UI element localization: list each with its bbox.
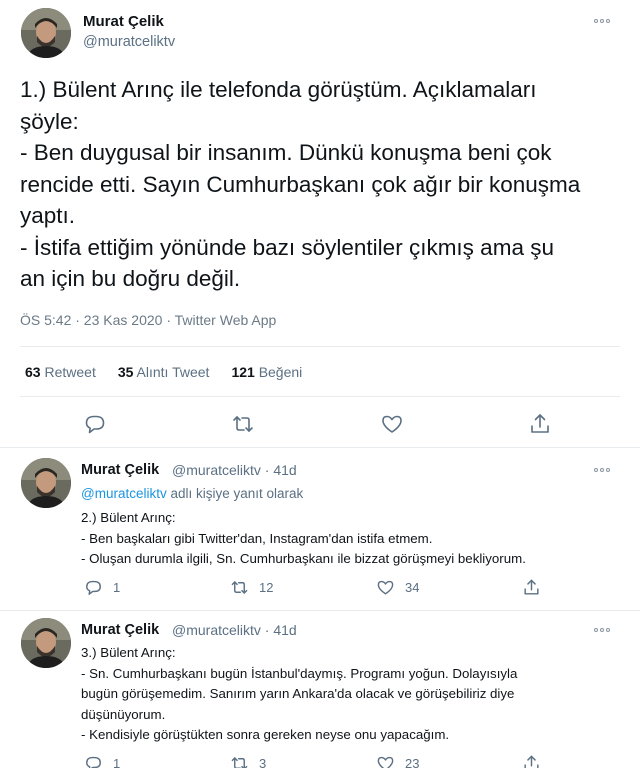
retweets-label: Retweet xyxy=(44,364,96,380)
retweets-stat[interactable]: 63 Retweet xyxy=(25,364,96,380)
divider xyxy=(0,610,640,611)
like-count: 34 xyxy=(405,580,420,595)
share-icon xyxy=(524,579,539,595)
reply-icon[interactable] xyxy=(83,412,107,436)
avatar-image xyxy=(21,618,71,668)
reply-text: 2.) Bülent Arınç: - Ben başkaları gibi T… xyxy=(81,508,621,570)
reply-author-name[interactable]: Murat Çelik xyxy=(81,462,159,478)
like-icon[interactable] xyxy=(380,412,404,436)
likes-count: 121 xyxy=(231,364,255,380)
reply-author-handle[interactable]: @muratceliktv · 41d xyxy=(172,622,297,638)
divider xyxy=(0,447,640,448)
reply-actions: 1 12 34 xyxy=(84,578,640,597)
retweet-icon xyxy=(231,581,248,594)
share-button[interactable] xyxy=(522,578,640,597)
reply-author-name[interactable]: Murat Çelik xyxy=(81,622,159,638)
avatar-image xyxy=(21,8,71,58)
reply-text: 3.) Bülent Arınç: - Sn. Cumhurbaşkanı bu… xyxy=(81,643,621,746)
reply-text-line: bugün görüşemedim. Sanırım yarın Ankara'… xyxy=(81,686,515,701)
share-icon[interactable] xyxy=(528,412,552,436)
like-icon xyxy=(377,756,394,768)
likes-stat[interactable]: 121 Beğeni xyxy=(231,364,302,380)
reply-text-line: - Kendisiyle görüştükten sonra gereken n… xyxy=(81,727,450,742)
tweet-text-line: rencide etti. Sayın Cumhurbaşkanı çok ağ… xyxy=(20,171,581,197)
like-button[interactable]: 23 xyxy=(376,754,522,768)
tweet-text: 1.) Bülent Arınç ile telefonda görüştüm.… xyxy=(20,74,620,295)
reply-count: 1 xyxy=(113,756,121,768)
retweet-count: 3 xyxy=(259,756,267,768)
reply-to-label: adlı kişiye yanıt olarak xyxy=(166,486,304,501)
reply-icon xyxy=(86,756,101,768)
reply-text-line: - Ben başkaları gibi Twitter'dan, Instag… xyxy=(81,530,433,546)
reply-avatar[interactable] xyxy=(21,618,71,668)
like-count: 23 xyxy=(405,756,420,768)
tweet-text-line: - İstifa ettiğim yönünde bazı söylentile… xyxy=(20,234,554,260)
author-name[interactable]: Murat Çelik xyxy=(83,13,164,30)
divider xyxy=(20,396,620,397)
likes-label: Beğeni xyxy=(258,364,303,380)
reply-count: 1 xyxy=(113,580,121,595)
like-icon xyxy=(377,580,394,595)
reply-button[interactable]: 1 xyxy=(84,754,230,768)
reply-text-line: düşünüyorum. xyxy=(81,706,166,722)
reply-to-line: @muratceliktv adlı kişiye yanıt olarak xyxy=(81,486,303,501)
author-handle[interactable]: @muratceliktv xyxy=(83,34,175,50)
retweet-icon[interactable] xyxy=(231,412,255,436)
retweet-count: 12 xyxy=(259,580,274,595)
reply-text-line: 3.) Bülent Arınç: xyxy=(81,645,176,660)
tweet-text-line: yaptı. xyxy=(20,203,76,228)
tweet-text-line: 1.) Bülent Arınç ile telefonda görüştüm.… xyxy=(20,77,537,102)
reply-text-line: 2.) Bülent Arınç: xyxy=(81,510,176,525)
tweet-text-line: an için bu doğru değil. xyxy=(20,266,241,291)
quotes-stat[interactable]: 35 Alıntı Tweet xyxy=(118,364,210,380)
avatar-image xyxy=(21,458,71,508)
quotes-count: 35 xyxy=(117,364,134,380)
retweet-button[interactable]: 3 xyxy=(230,754,376,768)
reply-author-handle[interactable]: @muratceliktv · 41d xyxy=(172,462,297,478)
author-avatar[interactable] xyxy=(21,8,71,58)
reply-to-mention[interactable]: @muratceliktv xyxy=(81,486,167,501)
reply-avatar[interactable] xyxy=(21,458,71,508)
tweet-text-line: - Ben duygusal bir insanım. Dünkü konuşm… xyxy=(20,140,552,165)
tweet-stats: 63 Retweet 35 Alıntı Tweet 121 Beğeni xyxy=(25,364,324,380)
retweet-icon xyxy=(231,757,248,768)
retweet-button[interactable]: 12 xyxy=(230,578,376,597)
share-button[interactable] xyxy=(522,754,640,768)
more-options-icon[interactable] xyxy=(594,15,616,27)
reply-actions: 1 3 23 xyxy=(84,754,640,768)
reply-icon xyxy=(86,580,101,595)
reply-button[interactable]: 1 xyxy=(84,578,230,597)
more-options-icon[interactable] xyxy=(594,624,616,636)
like-button[interactable]: 34 xyxy=(376,578,522,597)
more-options-icon[interactable] xyxy=(594,464,616,476)
quotes-label: Alıntı Tweet xyxy=(136,364,210,380)
tweet-timestamp[interactable]: ÖS 5:42 · 23 Kas 2020 · Twitter Web App xyxy=(20,312,276,328)
divider xyxy=(20,346,620,347)
retweets-count: 63 xyxy=(25,364,41,380)
reply-text-line: - Sn. Cumhurbaşkanı bugün İstanbul'daymı… xyxy=(81,665,518,681)
tweet-text-line: şöyle: xyxy=(20,108,79,134)
share-icon xyxy=(524,755,539,768)
reply-text-line: - Oluşan durumla ilgili, Sn. Cumhurbaşka… xyxy=(81,551,526,566)
